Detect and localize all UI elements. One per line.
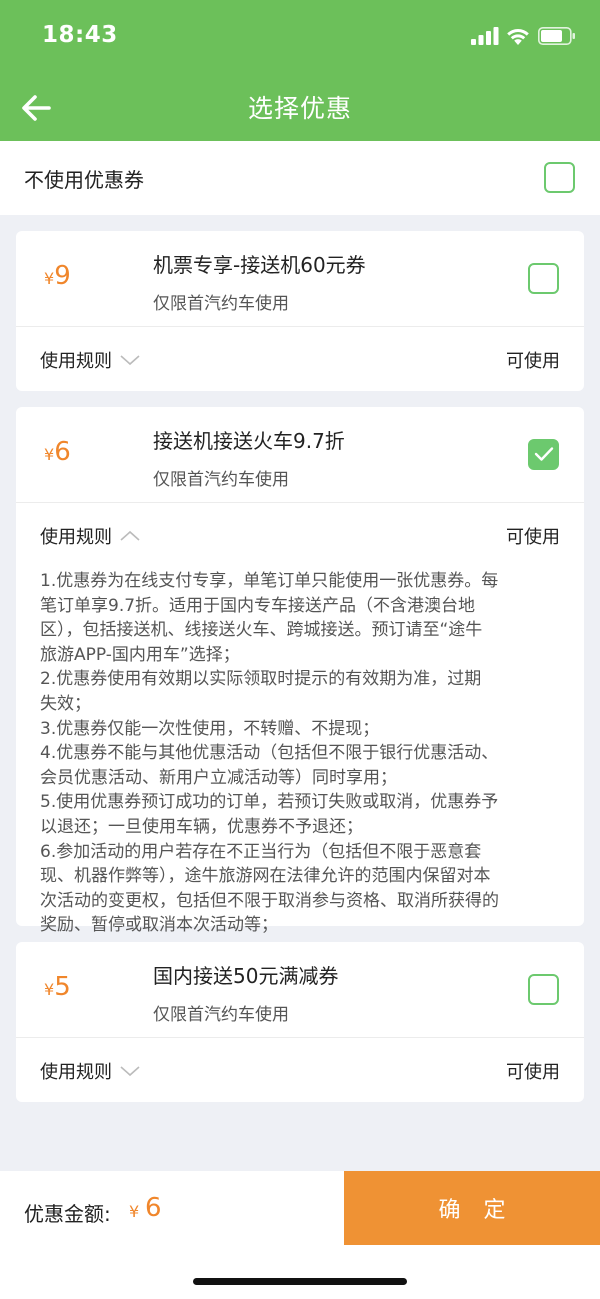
rules-line: 现、机器作弊等），途牛旅游网在法律允许的范围内保留对本 (40, 866, 491, 887)
coupon-title: 国内接送50元满减券 (153, 964, 339, 988)
rules-line: 1.优惠券为在线支付专享，单笔订单只能使用一张优惠券。每 (40, 571, 499, 591)
usage-rules-toggle[interactable]: 使用规则 (40, 347, 140, 373)
coupon-description: 仅限首汽约车使用 (153, 470, 289, 490)
coupon-description: 仅限首汽约车使用 (153, 294, 289, 314)
rules-line: 区），包括接送机、线接送火车、跨城接送。预订请至“途牛 (40, 620, 483, 641)
rules-line: 笔订单享9.7折。适用于国内专车接送产品（不含港澳台地 (40, 595, 476, 616)
rules-line: 失效； (40, 693, 91, 714)
usage-rules-label: 使用规则 (40, 527, 112, 548)
coupon-card: ¥6 接送机接送火车9.7折 仅限首汽约车使用 使用规则 可使用 1.优惠券为在… (16, 407, 584, 935)
app-header: 18:43 选择优惠 (0, 0, 600, 141)
coupon-card-footer: 使用规则 可使用 (16, 327, 584, 391)
no-coupon-checkbox[interactable] (544, 162, 575, 193)
battery-icon (538, 27, 575, 45)
rules-line: 2.优惠券使用有效期以实际领取时提示的有效期为准，过期 (40, 669, 482, 690)
confirm-button[interactable]: 确 定 (344, 1171, 600, 1245)
coupon-checkbox[interactable] (528, 974, 559, 1005)
coupon-card-footer: 使用规则 可使用 (16, 1038, 584, 1102)
no-coupon-label: 不使用优惠券 (24, 168, 144, 192)
coupon-card: ¥9 机票专享-接送机60元券 仅限首汽约车使用 使用规则 可使用 (16, 231, 584, 391)
home-indicator[interactable] (193, 1278, 407, 1285)
coupon-description: 仅限首汽约车使用 (153, 1005, 289, 1025)
coupon-checkbox[interactable] (528, 439, 559, 470)
coupon-status: 可使用 (506, 527, 560, 548)
coupon-amount: 6 (54, 437, 71, 467)
coupon-card-header[interactable]: ¥5 国内接送50元满减券 仅限首汽约车使用 (16, 942, 584, 1038)
rules-line: 旅游APP-国内用车”选择； (40, 644, 240, 665)
chevron-down-icon (120, 355, 140, 366)
coupon-card-footer: 使用规则 可使用 1.优惠券为在线支付专享，单笔订单只能使用一张优惠券。每 笔订… (16, 503, 584, 935)
wifi-icon (507, 29, 529, 45)
chevron-down-icon (120, 1066, 140, 1077)
bottom-bar: 优惠金额: ¥ 6 确 定 (0, 1171, 600, 1245)
coupon-amount: 9 (54, 261, 71, 291)
coupon-price: ¥9 (44, 261, 71, 291)
rules-line: 5.使用优惠券预订成功的订单，若预订失败或取消，优惠券予 (40, 792, 499, 813)
rules-line: 会员优惠活动、新用户立减活动等）同时享用； (40, 767, 397, 788)
coupon-card: ¥5 国内接送50元满减券 仅限首汽约车使用 使用规则 可使用 (16, 942, 584, 1102)
home-indicator-area (0, 1245, 600, 1299)
rules-line: 3.优惠券仅能一次性使用，不转赠、不提现； (40, 718, 380, 739)
coupon-title: 机票专享-接送机60元券 (153, 253, 366, 277)
usage-rules-toggle[interactable]: 使用规则 (40, 523, 140, 549)
rules-line: 奖励、暂停或取消本次活动等； (40, 915, 278, 936)
cellular-signal-icon (471, 27, 499, 45)
coupon-checkbox[interactable] (528, 263, 559, 294)
no-coupon-row[interactable]: 不使用优惠券 (0, 141, 600, 215)
coupon-title: 接送机接送火车9.7折 (153, 429, 345, 453)
coupon-card-header[interactable]: ¥6 接送机接送火车9.7折 仅限首汽约车使用 (16, 407, 584, 503)
currency-symbol: ¥ (44, 445, 55, 464)
status-time: 18:43 (42, 22, 118, 48)
status-bar: 18:43 (0, 0, 600, 70)
coupon-price: ¥5 (44, 972, 71, 1002)
checkmark-icon (534, 447, 554, 461)
currency-symbol: ¥ (44, 980, 55, 999)
coupon-price: ¥6 (44, 437, 71, 467)
discount-total-amount: 6 (145, 1193, 162, 1223)
rules-line: 以退还；一旦使用车辆，优惠券不予退还； (40, 816, 363, 837)
usage-rules-toggle[interactable]: 使用规则 (40, 1058, 140, 1084)
usage-rules-label: 使用规则 (40, 351, 112, 372)
page-title: 选择优惠 (247, 94, 352, 123)
nav-bar: 选择优惠 (0, 76, 600, 136)
currency-symbol: ¥ (44, 269, 55, 288)
discount-total-label: 优惠金额: (24, 1202, 111, 1226)
coupon-status: 可使用 (506, 1062, 560, 1083)
rules-line: 4.优惠券不能与其他优惠活动（包括但不限于银行优惠活动、 (40, 743, 499, 764)
coupon-status: 可使用 (506, 351, 560, 372)
coupon-card-header[interactable]: ¥9 机票专享-接送机60元券 仅限首汽约车使用 (16, 231, 584, 327)
coupon-amount: 5 (54, 972, 71, 1002)
rules-line: 次活动的变更权，包括但不限于取消参与资格、取消所获得的 (40, 890, 499, 911)
rules-line: 6.参加活动的用户若存在不正当行为（包括但不限于恶意套 (40, 841, 482, 862)
chevron-up-icon (120, 530, 140, 541)
usage-rules-label: 使用规则 (40, 1062, 112, 1083)
discount-currency-symbol: ¥ (129, 1202, 140, 1221)
usage-rules-text: 1.优惠券为在线支付专享，单笔订单只能使用一张优惠券。每 笔订单享9.7折。适用… (40, 569, 562, 938)
